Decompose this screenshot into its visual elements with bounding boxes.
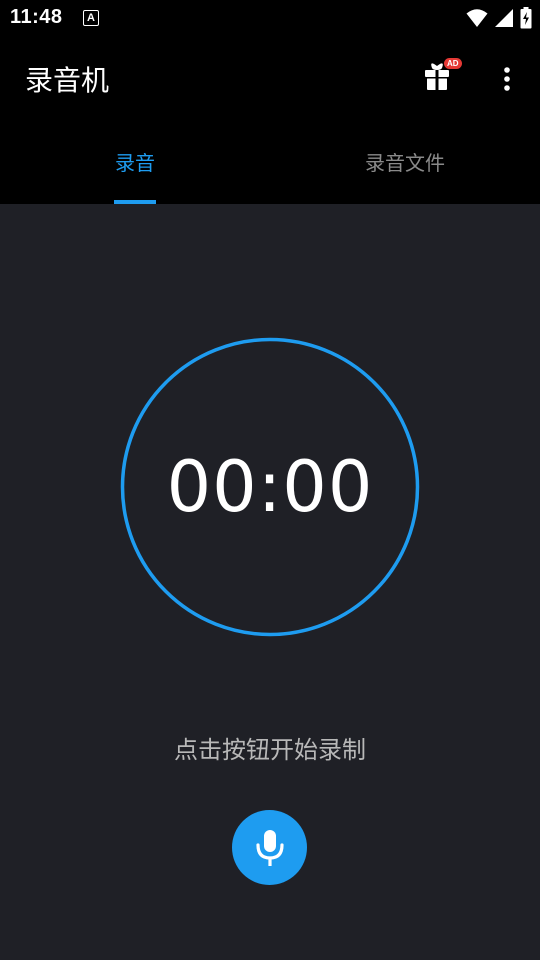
wifi-icon [466,9,488,27]
more-vert-icon [504,67,510,91]
tab-bar: 录音 录音文件 [0,122,540,204]
status-time: 11:48 [10,6,63,28]
tab-record-label: 录音 [115,151,155,175]
battery-charging-icon [520,7,532,29]
microphone-icon [255,829,284,866]
tab-record[interactable]: 录音 [0,122,270,204]
status-icons [466,7,532,29]
app-bar: 录音机 AD [0,38,540,122]
status-bar: 11:48 A [0,0,540,38]
timer-display: 00:00 [166,446,374,528]
cellular-signal-icon [495,9,513,27]
notification-a-icon: A [83,10,99,26]
active-tab-indicator [114,200,156,204]
gift-ad-button[interactable]: AD [420,56,464,100]
more-options-button[interactable] [492,64,522,94]
ad-badge: AD [444,58,462,69]
recorder-screen: 11:48 A 录音机 AD 录音 录音文件 00:00 点击按钮开始录制 [0,0,540,960]
record-hint: 点击按钮开始录制 [174,736,366,764]
tab-recording-files-label: 录音文件 [365,151,445,175]
tab-recording-files[interactable]: 录音文件 [270,122,540,204]
app-title: 录音机 [25,64,110,97]
record-button[interactable] [232,810,307,885]
